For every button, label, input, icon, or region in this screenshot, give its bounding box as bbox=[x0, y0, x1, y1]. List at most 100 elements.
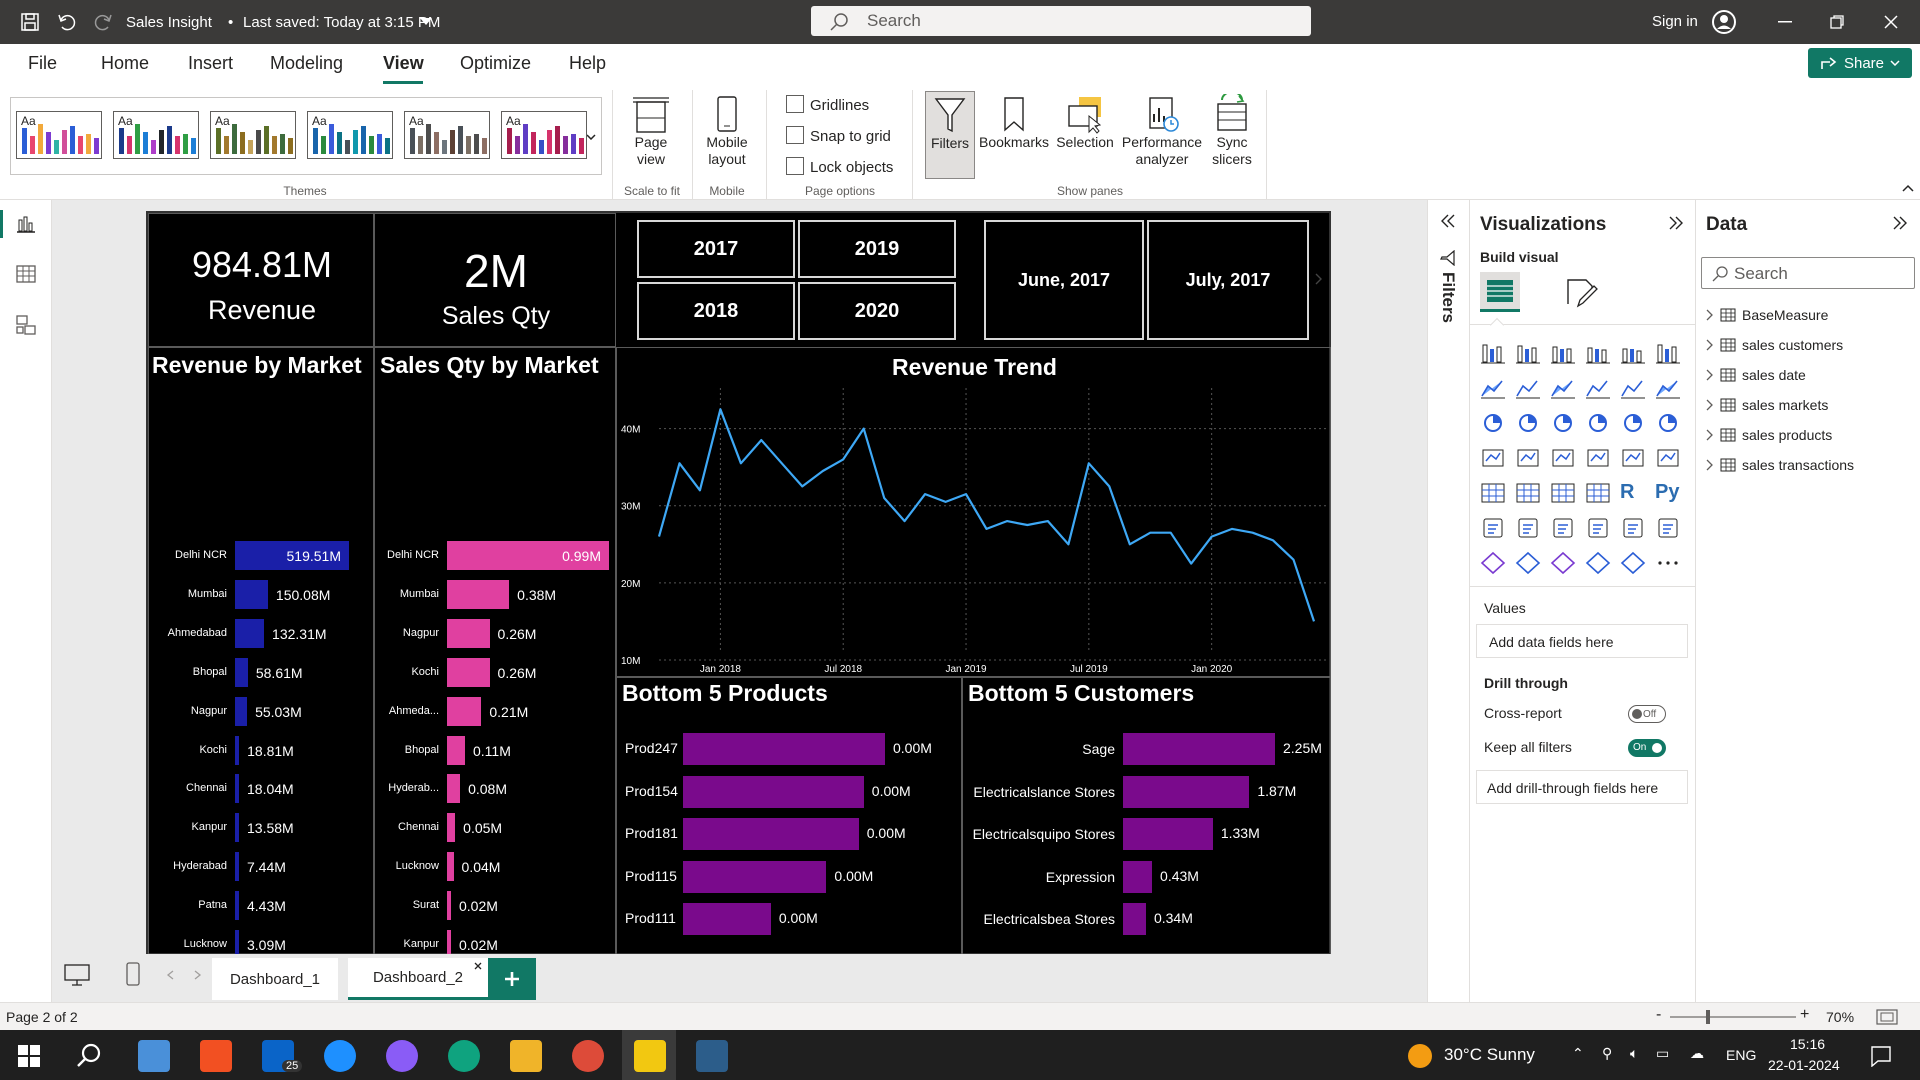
close-tab-icon[interactable] bbox=[474, 962, 482, 970]
close-icon[interactable] bbox=[1884, 15, 1898, 29]
bar[interactable] bbox=[447, 813, 456, 843]
volume-icon[interactable]: 🔈︎ bbox=[1630, 1045, 1638, 1062]
slicer-visual-icon[interactable] bbox=[1515, 481, 1541, 505]
power-automate-visual-icon[interactable] bbox=[1515, 551, 1541, 575]
bar[interactable] bbox=[683, 775, 864, 808]
sign-in-link[interactable]: Sign in bbox=[1652, 13, 1698, 30]
matrix-visual-icon[interactable] bbox=[1585, 481, 1611, 505]
tab-dashboard-1[interactable]: Dashboard_1 bbox=[212, 958, 338, 1000]
tab-dashboard-2[interactable]: Dashboard_2 bbox=[348, 958, 488, 1000]
year-slicer-2017[interactable]: 2017 bbox=[637, 220, 795, 278]
format-visual-icon[interactable] bbox=[1564, 276, 1598, 308]
bar[interactable] bbox=[235, 735, 240, 765]
decomposition-tree-visual-icon[interactable] bbox=[1515, 516, 1541, 540]
sales-qty-by-market-chart[interactable]: Sales Qty by Market Delhi NCR 0.99M Mumbai… bbox=[374, 347, 616, 1076]
data-table-item[interactable]: sales customers bbox=[1706, 337, 1843, 353]
battery-icon[interactable]: ▭ bbox=[1656, 1045, 1669, 1062]
keep-filters-toggle[interactable]: On bbox=[1628, 739, 1666, 757]
edge-app-icon[interactable] bbox=[448, 1040, 480, 1072]
gauge-visual-icon[interactable] bbox=[1585, 446, 1611, 470]
theme-swatch[interactable]: Aa bbox=[113, 111, 199, 159]
bar[interactable] bbox=[235, 657, 248, 687]
mobile-layout-button[interactable]: Mobile layout bbox=[700, 94, 754, 168]
gridlines-checkbox[interactable] bbox=[786, 95, 804, 113]
bar[interactable] bbox=[235, 813, 239, 843]
onedrive-icon[interactable]: ☁︎ bbox=[1690, 1045, 1704, 1062]
theme-swatch[interactable]: Aa bbox=[210, 111, 296, 159]
undo-icon[interactable] bbox=[56, 12, 76, 32]
theme-swatch[interactable]: Aa bbox=[16, 111, 102, 159]
scatter-visual-icon[interactable] bbox=[1550, 411, 1576, 435]
r-visual-visual-icon[interactable]: R bbox=[1620, 481, 1646, 505]
year-slicer-2020[interactable]: 2020 bbox=[798, 282, 956, 340]
restore-icon[interactable] bbox=[1830, 15, 1844, 29]
azure-map-visual-icon[interactable] bbox=[1550, 446, 1576, 470]
chevron-down-icon[interactable] bbox=[586, 134, 596, 140]
filters-pane-button[interactable]: Filters bbox=[925, 91, 975, 179]
performance-analyzer-button[interactable]: Performance analyzer bbox=[1120, 94, 1204, 168]
bar[interactable] bbox=[447, 579, 510, 609]
share-button[interactable]: Share bbox=[1808, 48, 1912, 78]
weather-icon[interactable] bbox=[1408, 1044, 1432, 1068]
bar[interactable] bbox=[1123, 733, 1275, 765]
menu-home[interactable]: Home bbox=[101, 53, 149, 74]
bar[interactable] bbox=[235, 891, 239, 921]
revenue-by-market-chart[interactable]: Revenue by Market Delhi NCR 519.51M Mumbai… bbox=[148, 347, 374, 1076]
bookmarks-pane-button[interactable]: Bookmarks bbox=[978, 94, 1050, 151]
menu-modeling[interactable]: Modeling bbox=[270, 53, 343, 74]
line-clustered-visual-icon[interactable] bbox=[1620, 376, 1646, 400]
account-icon[interactable] bbox=[1711, 9, 1737, 35]
filters-pane-collapsed[interactable]: Filters bbox=[1427, 200, 1469, 1010]
copilot-app-icon[interactable] bbox=[386, 1040, 418, 1072]
bar[interactable] bbox=[447, 774, 461, 804]
waterfall-visual-icon[interactable] bbox=[1480, 411, 1506, 435]
arcgis-visual-icon[interactable] bbox=[1550, 551, 1576, 575]
line-visual-icon[interactable] bbox=[1480, 376, 1506, 400]
bar[interactable] bbox=[235, 579, 268, 609]
ribbon-visual-icon[interactable] bbox=[1655, 376, 1681, 400]
table-view-icon[interactable] bbox=[15, 264, 37, 284]
bar[interactable] bbox=[447, 657, 490, 687]
chevron-down-icon[interactable] bbox=[420, 18, 432, 26]
revenue-trend-chart[interactable]: Revenue Trend 10M 20M 30M 40M Jan 2018 Jul 20… bbox=[616, 347, 1331, 677]
treemap-visual-icon[interactable] bbox=[1655, 411, 1681, 435]
data-table-item[interactable]: sales transactions bbox=[1706, 457, 1854, 473]
bottom-products-chart[interactable]: Bottom 5 Products Prod247 0.00M Prod154 0.0… bbox=[616, 677, 962, 955]
menu-file[interactable]: File bbox=[28, 53, 57, 74]
safari-app-icon[interactable] bbox=[324, 1040, 356, 1072]
scroll-right-icon[interactable] bbox=[194, 970, 202, 980]
bottom-customers-chart[interactable]: Bottom 5 Customers Sage 2.25M Electricalsl… bbox=[962, 677, 1331, 955]
stacked-bar-visual-icon[interactable] bbox=[1480, 341, 1506, 365]
bar[interactable] bbox=[235, 696, 248, 726]
save-icon[interactable] bbox=[20, 12, 40, 32]
search-input[interactable]: Search bbox=[811, 6, 1311, 36]
collapse-right-icon[interactable] bbox=[1892, 216, 1908, 230]
paginated-visual-icon[interactable] bbox=[1655, 516, 1681, 540]
python-visual-visual-icon[interactable]: Py bbox=[1655, 481, 1681, 505]
cross-report-toggle[interactable]: Off bbox=[1628, 705, 1666, 723]
stacked-area-visual-icon[interactable] bbox=[1550, 376, 1576, 400]
filled-map-visual-icon[interactable] bbox=[1515, 446, 1541, 470]
bar[interactable] bbox=[447, 696, 482, 726]
funnel-visual-icon[interactable] bbox=[1515, 411, 1541, 435]
100-bar-visual-icon[interactable] bbox=[1620, 341, 1646, 365]
chevron-visual-icon[interactable] bbox=[1620, 551, 1646, 575]
add-page-button[interactable] bbox=[488, 958, 536, 1000]
chevron-right-icon[interactable] bbox=[1315, 273, 1323, 285]
mail-app-icon[interactable]: 25 bbox=[262, 1040, 303, 1072]
bar[interactable] bbox=[447, 735, 465, 765]
model-view-icon[interactable] bbox=[15, 314, 37, 336]
expand-left-icon[interactable] bbox=[1440, 214, 1456, 228]
folder-app-icon[interactable] bbox=[510, 1040, 542, 1072]
minimize-icon[interactable] bbox=[1778, 21, 1792, 23]
year-slicer-2018[interactable]: 2018 bbox=[637, 282, 795, 340]
key-influencers-visual-icon[interactable] bbox=[1480, 516, 1506, 540]
month-slicer-june-2017[interactable]: June, 2017 bbox=[984, 220, 1144, 340]
network-icon[interactable]: ⚲ bbox=[1602, 1045, 1612, 1062]
bar[interactable] bbox=[1123, 775, 1250, 808]
multirow-card-visual-icon[interactable] bbox=[1655, 446, 1681, 470]
zoom-slider[interactable] bbox=[1670, 1010, 1796, 1024]
chrome-app-icon[interactable] bbox=[572, 1040, 604, 1072]
revenue-card[interactable]: 984.81M Revenue bbox=[148, 213, 374, 347]
kpi-visual-icon[interactable] bbox=[1480, 481, 1506, 505]
